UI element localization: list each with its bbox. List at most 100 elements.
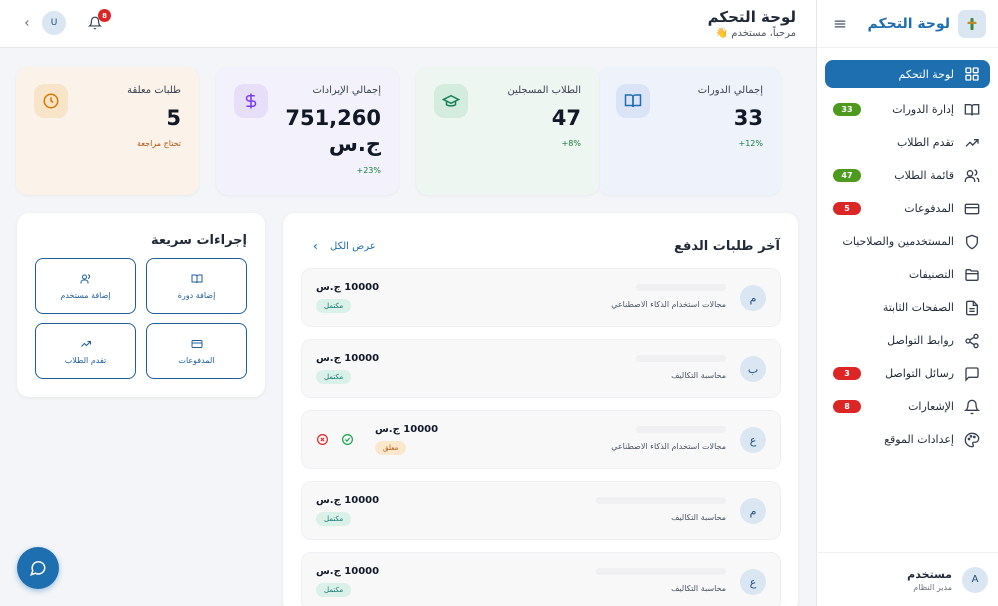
shield-icon: [964, 234, 980, 250]
palette-icon: [964, 432, 980, 448]
trending-up-icon: [964, 135, 980, 151]
stat-note: تحتاج مراجعة: [137, 139, 181, 148]
status-badge: مكتمل: [316, 512, 352, 526]
avatar[interactable]: U: [42, 11, 66, 35]
credit-card-icon: [964, 201, 980, 217]
count-badge: 47: [833, 169, 861, 182]
user-profile[interactable]: A مستخدم مدير النظام: [816, 552, 998, 606]
sidebar-item-dashboard[interactable]: لوحة التحكم: [825, 60, 990, 88]
notification-badge: 8: [98, 9, 111, 22]
view-all-link[interactable]: عرض الكل: [311, 241, 376, 252]
add-course-button[interactable]: إضافة دورة: [146, 258, 247, 314]
menu-toggle-icon[interactable]: [833, 17, 847, 31]
chat-button[interactable]: [17, 547, 59, 589]
avatar: ب: [740, 356, 766, 382]
stat-card-pending: طلبات معلقة 5 تحتاج مراجعة: [16, 67, 199, 195]
payment-amount: 10000 ج.س: [375, 424, 439, 435]
name-placeholder: [636, 355, 726, 362]
student-progress-button[interactable]: تقدم الطلاب: [35, 323, 136, 379]
sidebar-item-label: الإشعارات: [908, 400, 954, 413]
sidebar-item-users-permissions[interactable]: المستخدمين والصلاحيات: [825, 225, 990, 258]
avatar: م: [740, 498, 766, 524]
name-placeholder: [596, 568, 726, 575]
stat-value: 5: [166, 106, 181, 130]
sidebar-item-label: قائمة الطلاب: [894, 169, 954, 182]
sidebar-item-social-links[interactable]: روابط التواصل: [825, 324, 990, 357]
sidebar-item-categories[interactable]: التصنيفات: [825, 258, 990, 291]
add-user-button[interactable]: إضافة مستخدم: [35, 258, 136, 314]
book-icon: [616, 84, 650, 118]
sidebar-item-label: إدارة الدورات: [892, 103, 954, 116]
sidebar-item-label: تقدم الطلاب: [896, 136, 954, 149]
credit-card-icon: [191, 338, 203, 350]
book-icon: [191, 273, 203, 285]
course-name: مجالات استخدام الذكاء الاصطناعي: [611, 442, 726, 451]
stat-value: 47: [551, 106, 581, 130]
button-label: تقدم الطلاب: [64, 355, 107, 365]
sidebar-item-label: التصنيفات: [908, 268, 954, 281]
brand-title: لوحة التحكم: [867, 15, 950, 32]
payment-row[interactable]: ع مجالات استخدام الذكاء الاصطناعي 10000 …: [301, 410, 781, 469]
message-icon: [964, 366, 980, 382]
stat-change: 23%+: [356, 166, 381, 175]
row-actions: [316, 433, 354, 446]
avatar: م: [740, 285, 766, 311]
brand[interactable]: لوحة التحكم: [867, 9, 986, 38]
logo-icon: [958, 9, 986, 38]
quick-actions-panel: إجراءات سريعة إضافة دورة إضافة مستخدم ال…: [17, 213, 265, 397]
name-placeholder: [636, 284, 726, 291]
stat-change: 8%+: [561, 139, 581, 148]
count-badge: 33: [833, 103, 861, 116]
payment-amount: 10000 ج.س: [316, 353, 380, 364]
panel-title: إجراءات سريعة: [150, 233, 247, 248]
stat-label: إجمالي الإيرادات: [312, 85, 381, 96]
sidebar-item-student-progress[interactable]: تقدم الطلاب: [825, 126, 990, 159]
name-placeholder: [636, 426, 726, 433]
sidebar-item-label: الصفحات الثابتة: [882, 301, 954, 314]
sidebar-item-payments[interactable]: المدفوعات 5: [825, 192, 990, 225]
sidebar-item-label: المستخدمين والصلاحيات: [842, 235, 954, 248]
welcome-text: مرحباً، مستخدم 👋: [715, 28, 796, 39]
stat-card-courses: إجمالي الدورات 33 12%+: [598, 67, 781, 195]
book-icon: [964, 102, 980, 118]
page-title: لوحة التحكم: [707, 8, 796, 26]
bell-icon: [964, 399, 980, 415]
payment-row[interactable]: ب محاسبة التكاليف 10000 ج.س مكتمل: [301, 339, 781, 398]
payments-button[interactable]: المدفوعات: [146, 323, 247, 379]
user-name: مستخدم: [907, 567, 952, 581]
sidebar-item-static-pages[interactable]: الصفحات الثابتة: [825, 291, 990, 324]
stat-card-revenue: إجمالي الإيرادات 751,260 ج.س 23%+: [216, 67, 399, 195]
chevron-left-icon: [311, 242, 320, 251]
course-name: محاسبة التكاليف: [671, 513, 726, 522]
avatar: ع: [740, 427, 766, 453]
reject-icon[interactable]: [316, 433, 329, 446]
sidebar-item-label: لوحة التحكم: [898, 67, 954, 81]
payment-row[interactable]: م مجالات استخدام الذكاء الاصطناعي 10000 …: [301, 268, 781, 327]
topbar: لوحة التحكم مرحباً، مستخدم 👋 U 8: [0, 0, 816, 48]
folder-icon: [964, 267, 980, 283]
sidebar-item-courses[interactable]: إدارة الدورات 33: [825, 93, 990, 126]
chevron-left-icon[interactable]: [22, 18, 32, 28]
graduation-cap-icon: [434, 84, 468, 118]
sidebar-item-students[interactable]: قائمة الطلاب 47: [825, 159, 990, 192]
status-badge: معلق: [375, 441, 407, 455]
approve-icon[interactable]: [341, 433, 354, 446]
stat-label: طلبات معلقة: [127, 85, 181, 96]
stat-change: 12%+: [738, 139, 763, 148]
notifications-button[interactable]: 8: [88, 9, 111, 30]
payment-amount: 10000 ج.س: [316, 282, 380, 293]
share-icon: [964, 333, 980, 349]
sidebar: لوحة التحكم لوحة التحكم إدارة الدورات 33…: [816, 0, 998, 606]
payment-row[interactable]: م محاسبة التكاليف 10000 ج.س مكتمل: [301, 481, 781, 540]
course-name: محاسبة التكاليف: [671, 584, 726, 593]
recent-payments-panel: آخر طلبات الدفع عرض الكل م مجالات استخدا…: [283, 213, 798, 606]
sidebar-item-contact-messages[interactable]: رسائل التواصل 3: [825, 357, 990, 390]
sidebar-item-label: رسائل التواصل: [885, 367, 954, 380]
payment-row[interactable]: ع محاسبة التكاليف 10000 ج.س مكتمل: [301, 552, 781, 606]
count-badge: 3: [833, 367, 861, 380]
sidebar-item-label: روابط التواصل: [887, 334, 954, 347]
view-all-label: عرض الكل: [330, 241, 376, 252]
payment-amount: 10000 ج.س: [316, 566, 380, 577]
sidebar-item-site-settings[interactable]: إعدادات الموقع: [825, 423, 990, 456]
sidebar-item-notifications[interactable]: الإشعارات 8: [825, 390, 990, 423]
